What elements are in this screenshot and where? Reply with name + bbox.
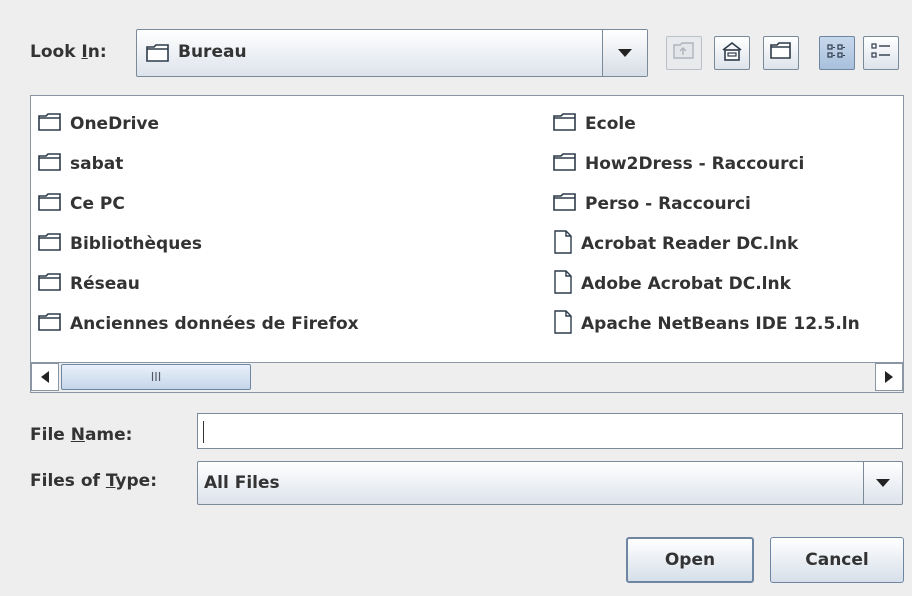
list-item[interactable]: Acrobat Reader DC.lnk — [553, 224, 903, 264]
file-name: OneDrive — [70, 114, 160, 134]
file-name: Bibliothèques — [70, 234, 202, 254]
list-item[interactable]: OneDrive — [38, 104, 558, 144]
file-name: sabat — [70, 154, 124, 174]
folder-icon — [38, 272, 70, 297]
chevron-down-icon[interactable] — [602, 30, 647, 76]
folder-icon — [38, 232, 70, 257]
folder-icon — [553, 112, 585, 137]
cancel-button[interactable]: Cancel — [770, 537, 904, 583]
list-view-icon — [826, 42, 848, 65]
file-icon — [553, 269, 581, 299]
folder-icon — [38, 192, 70, 217]
file-name: Perso - Raccourci — [585, 194, 751, 214]
create-new-folder-button[interactable] — [763, 36, 799, 70]
file-name: Ecole — [585, 114, 636, 134]
folder-icon — [146, 43, 170, 68]
scrollbar-grip: III — [150, 370, 162, 384]
file-name: Apache NetBeans IDE 12.5.ln — [581, 314, 860, 334]
list-item[interactable]: Réseau — [38, 264, 558, 304]
file-icon — [553, 229, 581, 259]
file-list[interactable]: OneDrive sabat Ce PC Bibliothèques Résea… — [30, 95, 904, 393]
home-icon — [721, 41, 743, 66]
look-in-label: Look In: — [30, 42, 107, 62]
file-list-column: Ecole How2Dress - Raccourci Perso - Racc… — [553, 104, 903, 344]
folder-icon — [553, 192, 585, 217]
home-button[interactable] — [714, 36, 750, 70]
open-button[interactable]: Open — [626, 537, 754, 583]
files-of-type-combo[interactable]: All Files — [197, 461, 903, 505]
file-icon — [553, 309, 581, 339]
details-view-icon — [870, 42, 892, 65]
scrollbar-thumb[interactable]: III — [61, 364, 251, 390]
list-item[interactable]: Apache NetBeans IDE 12.5.ln — [553, 304, 903, 344]
folder-icon — [38, 152, 70, 177]
arrow-right-icon[interactable] — [875, 363, 903, 391]
list-item[interactable]: Perso - Raccourci — [553, 184, 903, 224]
file-name: How2Dress - Raccourci — [585, 154, 805, 174]
list-item[interactable]: How2Dress - Raccourci — [553, 144, 903, 184]
file-name: Adobe Acrobat DC.lnk — [581, 274, 791, 294]
up-folder-icon — [673, 41, 695, 65]
file-name: Ce PC — [70, 194, 125, 214]
files-of-type-label: Files of Type: — [30, 471, 158, 491]
details-view-button[interactable] — [863, 36, 899, 70]
horizontal-scrollbar[interactable]: III — [31, 362, 903, 392]
list-item[interactable]: sabat — [38, 144, 558, 184]
folder-icon — [553, 152, 585, 177]
file-name-label: File Name: — [30, 425, 133, 445]
files-of-type-value: All Files — [204, 473, 280, 493]
up-one-level-button[interactable] — [666, 36, 702, 70]
list-item[interactable]: Anciennes données de Firefox — [38, 304, 558, 344]
folder-icon — [38, 312, 70, 337]
file-name-input[interactable] — [197, 413, 903, 449]
text-caret — [203, 421, 204, 443]
file-name: Réseau — [70, 274, 140, 294]
chevron-down-icon[interactable] — [863, 462, 902, 504]
list-item[interactable]: Bibliothèques — [38, 224, 558, 264]
file-list-column: OneDrive sabat Ce PC Bibliothèques Résea… — [38, 104, 558, 344]
list-item[interactable]: Ce PC — [38, 184, 558, 224]
list-item[interactable]: Ecole — [553, 104, 903, 144]
new-folder-icon — [770, 41, 792, 65]
file-name: Anciennes données de Firefox — [70, 314, 359, 334]
file-name: Acrobat Reader DC.lnk — [581, 234, 799, 254]
look-in-combo[interactable]: Bureau — [136, 29, 648, 77]
folder-icon — [38, 112, 70, 137]
look-in-value: Bureau — [178, 42, 247, 62]
arrow-left-icon[interactable] — [31, 363, 59, 391]
list-view-button[interactable] — [819, 36, 855, 70]
list-item[interactable]: Adobe Acrobat DC.lnk — [553, 264, 903, 304]
